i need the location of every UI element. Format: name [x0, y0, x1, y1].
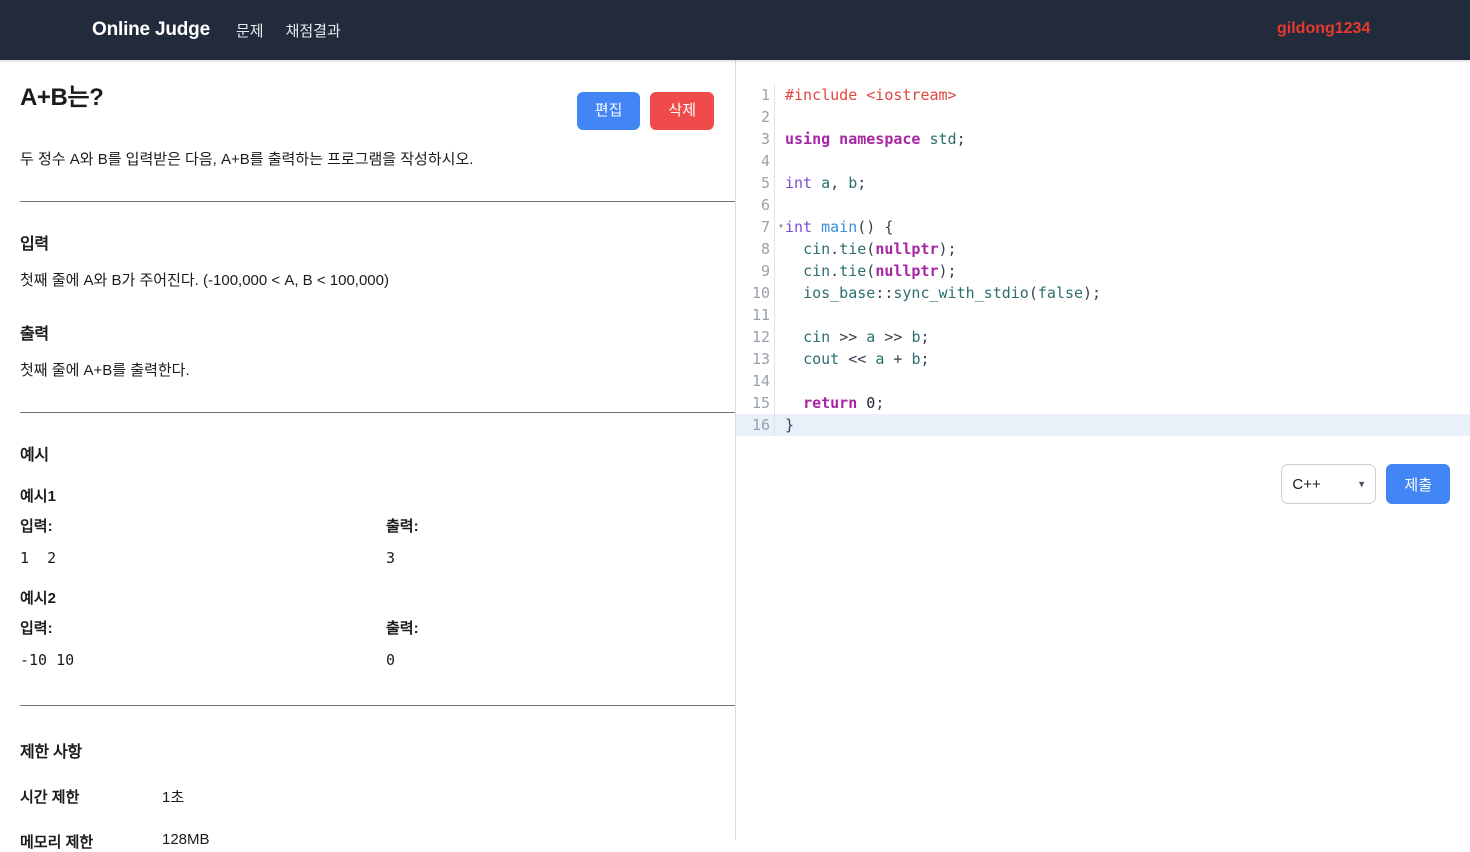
example-2-output-value: 0 — [386, 650, 396, 669]
example-1-output-value: 3 — [386, 548, 396, 567]
user-menu[interactable]: gildong1234 — [1277, 20, 1370, 38]
edit-button[interactable]: 편집 — [576, 92, 641, 130]
input-section-heading: 입력 — [20, 235, 49, 253]
line-number: 14 — [751, 372, 770, 390]
example-1-label: 예시1 — [20, 487, 56, 505]
code-line: ios_base::sync_with_stdio(false); — [803, 284, 1102, 302]
limit-row-memory-key: 메모리 제한 — [20, 833, 94, 851]
problem-description: 두 정수 A와 B를 입력받은 다음, A+B를 출력하는 프로그램을 작성하시… — [20, 151, 474, 168]
problem-actions: 편집 삭제 — [576, 92, 714, 130]
navbar: Online Judge 문제 채점결과 gildong1234 — [0, 0, 1470, 60]
line-number-gutter: 1 2 3 4 5 6 7 ▾ 8 9 10 11 12 13 14 15 16 — [736, 84, 784, 436]
output-section-body: 첫째 줄에 A+B를 출력한다. — [20, 362, 190, 379]
line-number: 11 — [751, 306, 770, 324]
line-number: 6 — [760, 196, 770, 214]
line-number: 2 — [760, 108, 770, 126]
example-2-input-key: 입력: — [20, 619, 53, 637]
editor-pane: 1 2 3 4 5 6 7 ▾ 8 9 10 11 12 13 14 15 16 — [735, 60, 1470, 840]
line-number: 9 — [760, 262, 770, 280]
limits-heading: 제한 사항 — [20, 743, 82, 761]
line-number: 15 — [751, 394, 770, 412]
language-select[interactable]: C++ — [1281, 464, 1377, 504]
example-1-grid: 입력: 1 2 출력: 3 — [20, 515, 715, 567]
example-1-input-value: 1 2 — [20, 548, 57, 567]
limit-row-memory-value: 128MB — [162, 830, 210, 848]
code-line: cin.tie(nullptr); — [803, 262, 957, 280]
code-line: #include <iostream> — [785, 86, 957, 104]
line-number: 3 — [760, 130, 770, 148]
language-select-wrapper: C++ ▾ — [1281, 464, 1377, 504]
line-number: 1 — [760, 86, 770, 104]
line-number: 4 — [760, 152, 770, 170]
example-2-grid: 입력: -10 10 출력: 0 — [20, 617, 715, 669]
line-number: 13 — [751, 350, 770, 368]
example-1-output-key: 출력: — [386, 517, 419, 535]
line-number: 12 — [751, 328, 770, 346]
divider-3 — [20, 704, 735, 706]
limits-section: 제한 사항 시간 제한 1초 메모리 제한 128MB — [20, 738, 715, 852]
code-line: int a, b; — [785, 174, 867, 192]
code-line: cin.tie(nullptr); — [803, 240, 957, 258]
limit-row-time-key: 시간 제한 — [20, 788, 80, 806]
page-title: A+B는? — [20, 84, 104, 111]
code-line: cout << a + b; — [803, 350, 930, 368]
nav-link-problems[interactable]: 문제 — [236, 20, 264, 41]
example-1-input-key: 입력: — [20, 517, 53, 535]
line-number: 8 — [760, 240, 770, 258]
code-text-area[interactable]: #include <iostream> using namespace std;… — [775, 84, 1470, 436]
example-2-label: 예시2 — [20, 589, 56, 607]
problem-header: A+B는? 편집 삭제 — [20, 82, 715, 130]
page-body: A+B는? 편집 삭제 두 정수 A와 B를 입력받은 다음, A+B를 출력하… — [0, 60, 1470, 851]
limit-row-time-value: 1초 — [162, 788, 185, 806]
code-line: cin >> a >> b; — [803, 328, 930, 346]
problem-pane: A+B는? 편집 삭제 두 정수 A와 B를 입력받은 다음, A+B를 출력하… — [0, 60, 735, 851]
output-section-heading: 출력 — [20, 326, 49, 343]
submit-button[interactable]: 제출 — [1386, 464, 1450, 504]
brand-logo[interactable]: Online Judge — [92, 19, 210, 41]
divider-2 — [20, 411, 735, 413]
delete-button[interactable]: 삭제 — [650, 92, 714, 130]
code-line: using namespace std; — [785, 130, 966, 148]
example-2-input-value: -10 10 — [20, 650, 75, 669]
limits-table: 시간 제한 1초 메모리 제한 128MB — [20, 786, 715, 852]
line-number-label: 7 — [760, 218, 770, 236]
line-number: 5 — [760, 174, 770, 192]
code-line: return 0; — [803, 394, 885, 412]
input-section-body: 첫째 줄에 A와 B가 주어진다. (-100,000 < A, B < 100… — [20, 271, 389, 289]
example-2-output-key: 출력: — [386, 619, 419, 637]
line-number: 10 — [751, 284, 770, 302]
code-line-active: } — [775, 414, 1470, 436]
divider-1 — [20, 200, 735, 202]
problem-content: A+B는? 편집 삭제 두 정수 A와 B를 입력받은 다음, A+B를 출력하… — [0, 60, 735, 852]
examples-heading: 예시 — [20, 446, 49, 464]
nav-links: 문제 채점결과 — [236, 20, 341, 41]
code-editor[interactable]: 1 2 3 4 5 6 7 ▾ 8 9 10 11 12 13 14 15 16 — [736, 60, 1470, 436]
code-line: int main() { — [785, 218, 894, 236]
nav-link-results[interactable]: 채점결과 — [286, 20, 341, 41]
line-number-active: 16 — [736, 414, 774, 436]
examples-section: 예시 예시1 입력: 1 2 출력: 3 예시2 입력: -10 10 출력: … — [20, 441, 715, 669]
line-number-with-fold: 7 ▾ — [736, 216, 784, 238]
submit-bar: C++ ▾ 제출 — [1281, 464, 1450, 504]
